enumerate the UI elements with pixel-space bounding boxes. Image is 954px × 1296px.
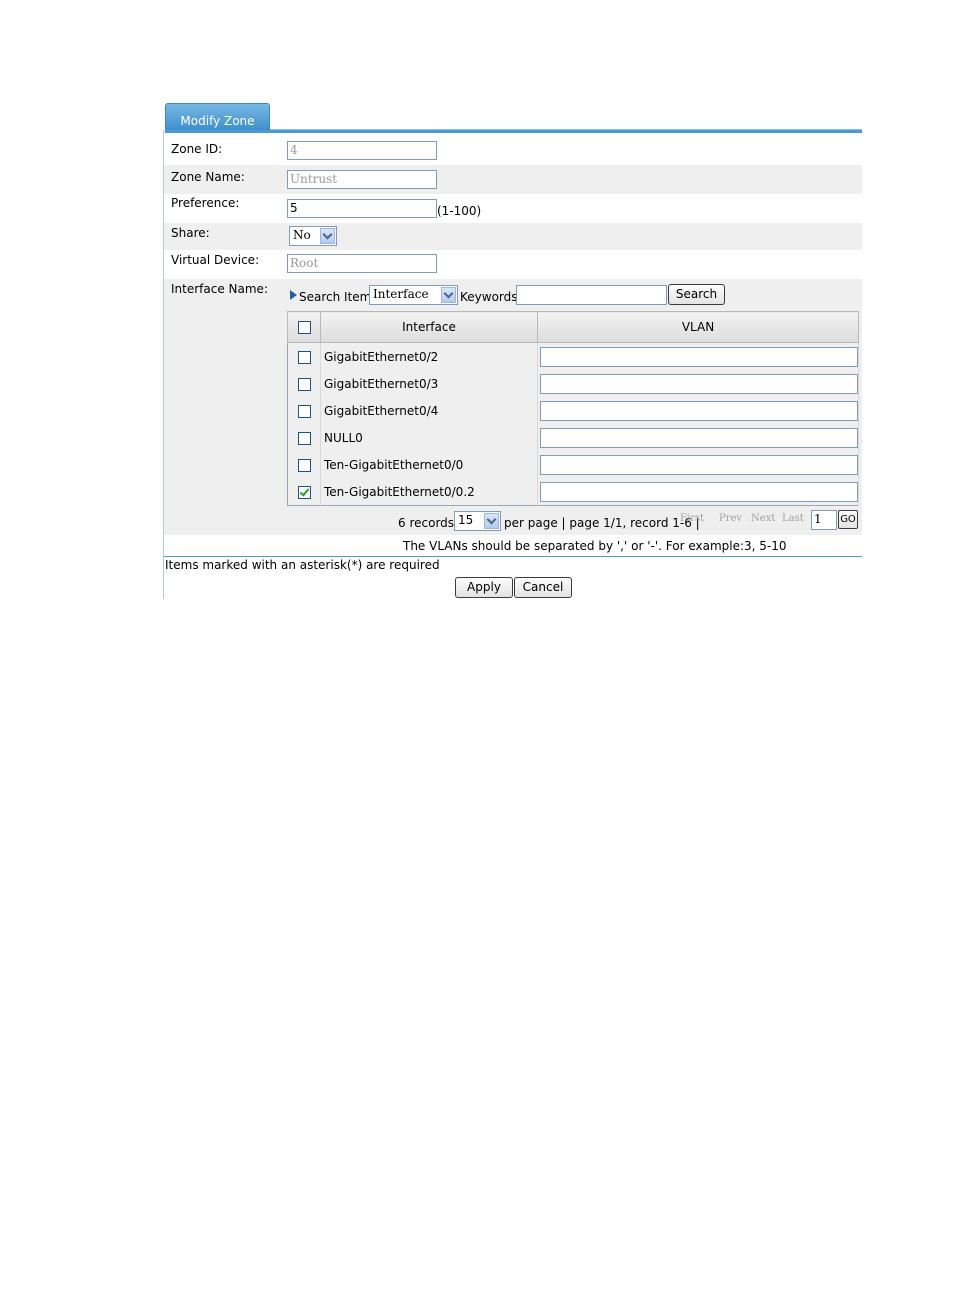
zone-id-label: Zone ID:	[171, 142, 223, 156]
chevron-down-icon	[441, 287, 456, 303]
vlan-input[interactable]	[540, 400, 858, 421]
keywords-label: Keywords:	[460, 290, 522, 304]
interface-cell: GigabitEthernet0/3	[320, 370, 538, 397]
table-row: GigabitEthernet0/3	[287, 370, 859, 397]
zone-id-row: Zone ID:	[164, 137, 862, 165]
pager-next-link[interactable]: Next	[751, 513, 775, 524]
preference-hint: (1-100)	[437, 204, 482, 218]
zone-id-field[interactable]: 4	[287, 141, 437, 160]
zone-name-row: Zone Name:	[164, 165, 862, 194]
cancel-button[interactable]: Cancel	[514, 577, 572, 598]
virtual-device-field[interactable]: Root	[287, 254, 437, 273]
interface-cell: GigabitEthernet0/4	[320, 397, 538, 424]
row-checkbox[interactable]	[297, 404, 311, 418]
interface-cell: NULL0	[320, 424, 538, 451]
interface-table: Interface VLAN GigabitEthernet0/2 Gigabi…	[287, 311, 859, 506]
interface-cell: Ten-GigabitEthernet0/0	[320, 451, 538, 478]
preference-field[interactable]: 5	[287, 199, 437, 218]
interface-cell: GigabitEthernet0/2	[320, 342, 538, 370]
table-header: Interface VLAN	[287, 311, 859, 343]
search-item-select[interactable]: Interface	[369, 285, 458, 305]
table-row: GigabitEthernet0/4	[287, 397, 859, 424]
preference-row: Preference:	[164, 194, 862, 223]
share-row: Share:	[164, 223, 862, 250]
tab-underline	[165, 130, 270, 133]
search-item-label: Search Item:	[299, 290, 376, 304]
vlan-input[interactable]	[540, 454, 858, 475]
row-checkbox[interactable]	[297, 350, 311, 364]
pager-info: per page | page 1/1, record 1-6 |	[504, 516, 700, 530]
col-header-vlan: VLAN	[537, 311, 859, 343]
required-note: Items marked with an asterisk(*) are req…	[165, 558, 440, 572]
keywords-input[interactable]	[516, 285, 667, 305]
vlan-input[interactable]	[540, 481, 858, 502]
footer-divider	[164, 556, 862, 557]
table-row: Ten-GigabitEthernet0/0	[287, 451, 859, 478]
table-row: NULL0	[287, 424, 859, 451]
table-row: GigabitEthernet0/2	[287, 342, 859, 370]
vlan-input[interactable]	[540, 373, 858, 394]
row-checkbox[interactable]	[297, 377, 311, 391]
vlan-input[interactable]	[540, 427, 858, 448]
row-checkbox[interactable]	[297, 458, 311, 472]
share-label: Share:	[171, 226, 210, 240]
select-all-cell	[287, 311, 321, 343]
zone-name-field[interactable]: Untrust	[287, 170, 437, 189]
per-page-select[interactable]: 15	[454, 511, 501, 531]
expand-arrow-icon[interactable]	[290, 290, 297, 300]
virtual-device-row: Virtual Device:	[164, 250, 862, 279]
page-number-input[interactable]: 1	[811, 510, 837, 530]
vlan-input[interactable]	[540, 346, 858, 367]
row-checkbox-checked[interactable]	[297, 485, 311, 499]
go-button[interactable]: GO	[838, 510, 858, 529]
chevron-down-icon	[320, 228, 335, 244]
row-checkbox[interactable]	[297, 431, 311, 445]
zone-name-label: Zone Name:	[171, 170, 245, 184]
preference-label: Preference:	[171, 196, 240, 210]
vlan-separator-note: The VLANs should be separated by ',' or …	[403, 539, 787, 553]
pager-prev-link[interactable]: Prev	[719, 513, 742, 524]
pager-last-link[interactable]: Last	[782, 513, 804, 524]
pager-records: 6 records,	[398, 516, 458, 530]
pager-first-link[interactable]: First	[680, 513, 704, 524]
table-row: Ten-GigabitEthernet0/0.2	[287, 478, 859, 506]
apply-button[interactable]: Apply	[455, 577, 513, 598]
search-button[interactable]: Search	[668, 284, 725, 305]
interface-name-label: Interface Name:	[171, 282, 268, 296]
tab-bar-line	[270, 129, 862, 133]
interface-cell: Ten-GigabitEthernet0/0.2	[320, 478, 538, 506]
share-select[interactable]: No	[289, 226, 337, 246]
chevron-down-icon	[484, 513, 499, 529]
select-all-checkbox[interactable]	[297, 321, 311, 334]
virtual-device-label: Virtual Device:	[171, 253, 260, 267]
tab-modify-zone[interactable]: Modify Zone	[165, 103, 270, 130]
col-header-interface: Interface	[320, 311, 538, 343]
